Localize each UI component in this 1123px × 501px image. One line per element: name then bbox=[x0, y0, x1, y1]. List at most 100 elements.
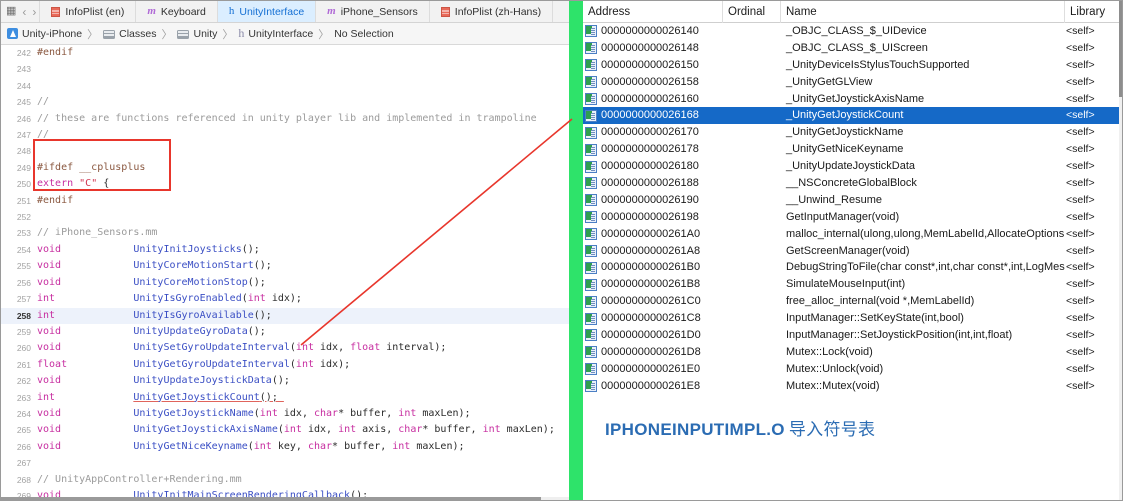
breadcrumb-item-2[interactable]: Unity bbox=[177, 28, 217, 40]
code-line[interactable]: 253 // iPhone_Sensors.mm bbox=[1, 225, 569, 241]
symbol-table-row[interactable]: 00000000000261A8 GetScreenManager(void) <s… bbox=[583, 243, 1122, 260]
symbol-table-row[interactable]: 00000000000261D0 InputManager::SetJoystic… bbox=[583, 327, 1122, 344]
code-line[interactable]: 250 extern "C" { bbox=[1, 176, 569, 192]
symbol-table-vertical-scrollbar[interactable] bbox=[1119, 1, 1122, 500]
code-line[interactable]: 242 #endif bbox=[1, 45, 569, 61]
symbol-library-cell: <self> bbox=[1066, 25, 1095, 37]
column-header-address[interactable]: Address bbox=[583, 1, 723, 23]
column-header-ordinal[interactable]: Ordinal bbox=[723, 1, 781, 23]
breadcrumb-item-3[interactable]: h UnityInterface bbox=[238, 26, 313, 41]
column-header-name[interactable]: Name bbox=[781, 1, 1065, 23]
editor-tab-2[interactable]: h UnityInterface bbox=[217, 1, 317, 22]
symbol-library-cell: <self> bbox=[1066, 41, 1095, 54]
code-line[interactable]: 245 // bbox=[1, 94, 569, 110]
symbol-table-row[interactable]: 0000000000026158 _UnityGetGLView <self> bbox=[583, 74, 1122, 91]
back-arrow-icon[interactable]: ‹ bbox=[22, 6, 26, 18]
breadcrumb-item-1[interactable]: Classes bbox=[103, 28, 156, 40]
project-icon bbox=[7, 28, 18, 39]
symbol-table-row[interactable]: 00000000000261E0 Mutex::Unlock(void) <self… bbox=[583, 361, 1122, 378]
symbol-table-row[interactable]: 0000000000026180 _UnityUpdateJoystickData… bbox=[583, 158, 1122, 175]
symbol-address-text: 00000000000261D0 bbox=[601, 329, 701, 342]
symbol-table-row[interactable]: 0000000000026150 _UnityDeviceIsStylusTouc… bbox=[583, 57, 1122, 74]
editor-tab-0[interactable]: InfoPlist (en) bbox=[40, 1, 137, 22]
symbol-table-row[interactable]: 0000000000026190 __Unwind_Resume <self> bbox=[583, 192, 1122, 209]
code-line[interactable]: 254 void UnityInitJoysticks(); bbox=[1, 242, 569, 258]
code-token: UnityGetGyroUpdateInterval bbox=[133, 358, 290, 370]
code-line[interactable]: 267 bbox=[1, 455, 569, 471]
code-line[interactable]: 266 void UnityGetNiceKeyname(int key, cha… bbox=[1, 439, 569, 455]
code-line[interactable]: 257 int UnityIsGyroEnabled(int idx); bbox=[1, 291, 569, 307]
editor-tab-label: InfoPlist (zh-Hans) bbox=[454, 5, 542, 18]
code-token: * buffer, bbox=[332, 440, 393, 452]
code-line[interactable]: 258 int UnityIsGyroAvailable(); bbox=[1, 307, 569, 324]
code-line[interactable]: 249 #ifdef __cplusplus bbox=[1, 160, 569, 176]
symbol-icon bbox=[585, 109, 597, 122]
code-line[interactable]: 265 void UnityGetJoystickAxisName(int idx… bbox=[1, 422, 569, 438]
breadcrumb-item-0[interactable]: Unity-iPhone bbox=[7, 28, 82, 40]
column-header-library[interactable]: Library bbox=[1065, 1, 1122, 23]
symbol-table-row[interactable]: 00000000000261C8 InputManager::SetKeyStat… bbox=[583, 310, 1122, 327]
plist-icon bbox=[440, 6, 450, 17]
symbol-table-row[interactable]: 0000000000026160 _UnityGetJoystickAxisNam… bbox=[583, 91, 1122, 108]
folder-icon bbox=[177, 29, 190, 39]
symbol-table-row[interactable]: 0000000000026178 _UnityGetNiceKeyname <sel… bbox=[583, 141, 1122, 158]
symbol-icon bbox=[585, 160, 597, 173]
symbol-table-row[interactable]: 0000000000026188 __NSConcreteGlobalBlock <… bbox=[583, 175, 1122, 192]
code-line[interactable]: 247 // bbox=[1, 127, 569, 143]
code-token: idx, bbox=[277, 407, 314, 419]
code-token: #endif bbox=[37, 194, 74, 206]
symbol-address-text: 0000000000026170 bbox=[601, 126, 699, 139]
code-line[interactable]: 246 // these are functions referenced in … bbox=[1, 111, 569, 127]
editor-tab-1[interactable]: m Keyboard bbox=[136, 1, 218, 22]
forward-arrow-icon[interactable]: › bbox=[32, 6, 36, 18]
breadcrumb-item-4[interactable]: No Selection bbox=[334, 28, 394, 40]
code-line[interactable]: 268 // UnityAppController+Rendering.mm bbox=[1, 472, 569, 488]
symbol-table-row[interactable]: 00000000000261D8 Mutex::Lock(void) <self> bbox=[583, 344, 1122, 361]
code-token: int bbox=[295, 342, 314, 354]
symbol-table-row[interactable]: 00000000000261A0 malloc_internal(ulong,ul… bbox=[583, 226, 1122, 243]
line-number: 242 bbox=[16, 48, 31, 58]
symbol-table-row[interactable]: 0000000000026170 _UnityGetJoystickName <se… bbox=[583, 124, 1122, 141]
code-line[interactable]: 260 void UnitySetGyroUpdateInterval(int i… bbox=[1, 340, 569, 356]
code-line[interactable]: 244 bbox=[1, 78, 569, 94]
code-line[interactable]: 252 bbox=[1, 209, 569, 225]
code-line[interactable]: 262 void UnityUpdateJoystickData(); bbox=[1, 373, 569, 389]
symbol-name-cell: InputManager::SetJoystickPosition(int,in… bbox=[786, 329, 1013, 342]
code-token: (); bbox=[271, 375, 290, 387]
grid-icon[interactable]: ▦ bbox=[6, 6, 16, 17]
code-line[interactable]: 256 void UnityCoreMotionStop(); bbox=[1, 275, 569, 291]
symbol-ordinal-cell bbox=[723, 259, 781, 276]
code-token: int bbox=[37, 309, 56, 321]
code-text-area[interactable]: 242 #endif 243 244 245 // 246 // these are func… bbox=[1, 45, 569, 500]
symbol-address-cell: 0000000000026150 bbox=[583, 57, 723, 74]
symbol-table-row[interactable]: 00000000000261B8 SimulateMouseInput(int) <… bbox=[583, 276, 1122, 293]
code-line[interactable]: 248 bbox=[1, 143, 569, 159]
symbol-address-cell: 00000000000261D0 bbox=[583, 327, 723, 344]
symbol-table-row[interactable]: 00000000000261E8 Mutex::Mutex(void) <self> bbox=[583, 378, 1122, 395]
symbol-name-cell: _UnityGetNiceKeyname bbox=[786, 143, 904, 156]
editor-hscroll-thumb[interactable] bbox=[1, 497, 541, 500]
symbol-ordinal-cell bbox=[723, 158, 781, 175]
symbol-table-row[interactable]: 0000000000026148 _OBJC_CLASS_$_UIScreen <s… bbox=[583, 40, 1122, 57]
code-line[interactable]: 264 void UnityGetJoystickName(int idx, ch… bbox=[1, 406, 569, 422]
symbol-table-row[interactable]: 0000000000026168 _UnityGetJoystickCount <s… bbox=[583, 107, 1122, 125]
editor-tab-3[interactable]: m iPhone_Sensors bbox=[316, 1, 430, 22]
symbol-icon bbox=[585, 329, 597, 342]
code-line[interactable]: 259 void UnityUpdateGyroData(); bbox=[1, 324, 569, 340]
symbol-table-row[interactable]: 0000000000026198 GetInputManager(void) <se… bbox=[583, 209, 1122, 226]
symbol-table-row[interactable]: 0000000000026140 _OBJC_CLASS_$_UIDevice <s… bbox=[583, 23, 1122, 40]
code-line[interactable]: 263 int UnityGetJoystickCount(); bbox=[1, 390, 569, 406]
symbol-table-row[interactable]: 00000000000261B0 DebugStringToFile(char c… bbox=[583, 259, 1122, 276]
code-line[interactable]: 251 #endif bbox=[1, 193, 569, 209]
symbol-vscroll-thumb[interactable] bbox=[1119, 1, 1122, 97]
code-token: void bbox=[37, 407, 62, 419]
editor-horizontal-scrollbar[interactable] bbox=[1, 497, 569, 500]
symbol-table-row[interactable]: 00000000000261C0 free_alloc_internal(void… bbox=[583, 293, 1122, 310]
code-line[interactable]: 243 bbox=[1, 61, 569, 77]
code-token: int bbox=[247, 293, 266, 305]
symbol-library-cell: <self> bbox=[1066, 58, 1095, 71]
editor-tab-4[interactable]: InfoPlist (zh-Hans) bbox=[429, 1, 554, 22]
code-line[interactable]: 261 float UnityGetGyroUpdateInterval(int … bbox=[1, 357, 569, 373]
code-line[interactable]: 255 void UnityCoreMotionStart(); bbox=[1, 258, 569, 274]
